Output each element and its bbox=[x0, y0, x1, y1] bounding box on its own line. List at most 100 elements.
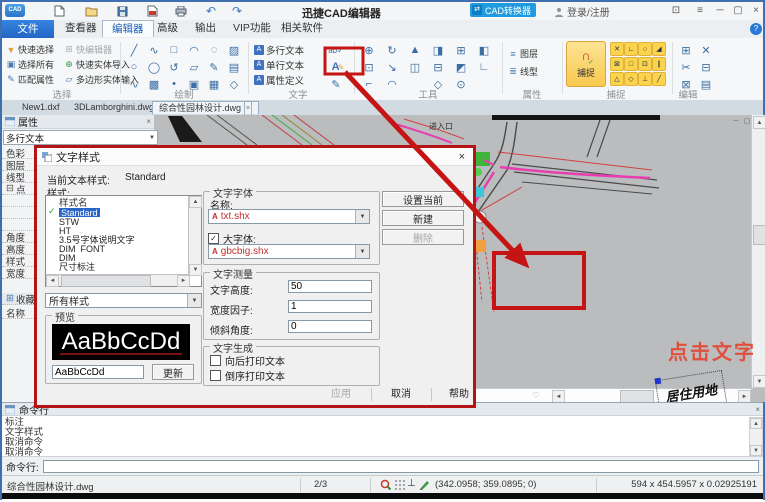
status-grid-icon[interactable] bbox=[394, 479, 405, 490]
undo-icon[interactable]: ↶ bbox=[204, 4, 218, 18]
style-item[interactable]: HT bbox=[46, 226, 201, 235]
minimize-button[interactable]: ─ bbox=[712, 4, 728, 18]
arc-tool-icon[interactable]: ↺ bbox=[166, 60, 182, 74]
delete-style-button[interactable]: 删除 bbox=[382, 229, 464, 245]
snap-insert-icon[interactable]: ⊡ bbox=[638, 57, 652, 71]
snap-quadrant-icon[interactable]: ◇ bbox=[624, 72, 638, 86]
list-scroll-down-icon[interactable]: ▼ bbox=[189, 264, 202, 276]
backwards-checkbox[interactable]: 向后打印文本 bbox=[210, 353, 285, 368]
text-style-button[interactable]: A✎ bbox=[330, 60, 346, 74]
snap-extension-icon[interactable]: ╱ bbox=[652, 72, 666, 86]
dialog-titlebar[interactable]: 文字样式 × bbox=[37, 148, 473, 166]
login-button[interactable]: 登录/注册 bbox=[554, 4, 610, 19]
style-item[interactable]: 3.5号字体说明文字 bbox=[46, 235, 201, 244]
quick-editor-button[interactable]: ⊞快编辑器 bbox=[64, 43, 112, 56]
preview-text-input[interactable] bbox=[52, 365, 144, 379]
line-icon[interactable]: ╱ bbox=[126, 43, 142, 57]
style-item-standard[interactable]: ✓ Standard bbox=[46, 208, 201, 217]
rectangle-icon[interactable]: □ bbox=[166, 43, 182, 57]
status-ortho-icon[interactable]: ⊥ bbox=[407, 478, 416, 489]
menu-tab-viewer[interactable]: 查看器 bbox=[56, 20, 106, 37]
new-file-icon[interactable] bbox=[52, 4, 66, 18]
panel-close-icon[interactable]: × bbox=[755, 405, 760, 414]
ellipse-icon[interactable]: ◯ bbox=[146, 60, 162, 74]
close-button[interactable]: × bbox=[748, 4, 764, 18]
open-file-icon[interactable] bbox=[84, 4, 98, 18]
maximize-button[interactable]: ▢ bbox=[730, 4, 746, 18]
image-icon[interactable]: ▤ bbox=[226, 60, 242, 74]
height-input[interactable] bbox=[288, 280, 372, 293]
menu-tab-file[interactable]: 文件 bbox=[2, 20, 54, 38]
quick-select-button[interactable]: ▼快速选择 bbox=[6, 43, 54, 56]
menu-tab-editor[interactable]: 编辑器 bbox=[102, 20, 154, 37]
dialog-close-icon[interactable]: × bbox=[456, 151, 468, 163]
arc-icon[interactable]: ◠ bbox=[186, 43, 202, 57]
style-filter-combo[interactable]: 所有样式 ▼ bbox=[45, 293, 202, 308]
status-brush-icon[interactable] bbox=[419, 479, 430, 490]
delete-icon[interactable]: ✕ bbox=[698, 43, 714, 57]
revision-cloud-icon[interactable]: ◌ bbox=[206, 43, 222, 57]
font-name-combo[interactable]: Atxt.shx ▼ bbox=[208, 209, 370, 224]
snap-endpoint-icon[interactable]: ∟ bbox=[624, 42, 638, 56]
mirror-icon[interactable]: ▲ bbox=[406, 43, 424, 57]
style-item[interactable]: DIM bbox=[46, 253, 201, 262]
tree-collapse-icon[interactable]: ⊟ bbox=[6, 183, 14, 194]
group-icon[interactable]: ◩ bbox=[452, 60, 470, 74]
trim-icon[interactable]: ◫ bbox=[406, 60, 424, 74]
list-scroll-right-icon[interactable]: ► bbox=[177, 275, 190, 287]
copy-icon[interactable]: ⊞ bbox=[452, 43, 470, 57]
spline-icon[interactable]: ∿ bbox=[126, 77, 142, 91]
help-button[interactable]: 帮助 bbox=[437, 388, 481, 402]
polygon-tool-icon[interactable]: ◇ bbox=[226, 77, 242, 91]
list-scroll-up-icon[interactable]: ▲ bbox=[189, 196, 202, 208]
new-style-button[interactable]: 新建 bbox=[382, 210, 464, 226]
set-current-button[interactable]: 设置当前 bbox=[382, 191, 464, 207]
cut-icon[interactable]: ✂ bbox=[678, 60, 694, 74]
array-icon[interactable]: ◧ bbox=[475, 43, 493, 57]
offset-icon[interactable]: ↘ bbox=[383, 60, 401, 74]
scroll-right-icon[interactable]: ► bbox=[738, 390, 751, 402]
cancel-button[interactable]: 取消 bbox=[379, 388, 423, 402]
doc-tab-new1[interactable]: New1.dxf bbox=[16, 101, 66, 114]
snap-tangent-icon[interactable]: △ bbox=[610, 72, 624, 86]
style-item[interactable]: 尺寸标注 bbox=[46, 262, 201, 271]
paste-special-icon[interactable]: ⊟ bbox=[698, 60, 714, 74]
apply-button[interactable]: 应用 bbox=[319, 388, 363, 402]
doc-tab-garden-active[interactable]: 综合性园林设计.dwg × bbox=[152, 101, 259, 114]
extend-icon[interactable]: ⊟ bbox=[429, 60, 447, 74]
explode-icon[interactable]: ∟ bbox=[475, 60, 493, 74]
list-horizontal-scrollbar[interactable]: ◄ ► bbox=[46, 274, 190, 286]
command-input[interactable] bbox=[43, 460, 759, 473]
menu-tab-advanced[interactable]: 高级 bbox=[148, 20, 187, 37]
spell-check-icon[interactable]: ab✓ bbox=[328, 43, 344, 57]
snap-midpoint-icon[interactable]: ⊠ bbox=[610, 57, 624, 71]
snap-intersection-icon[interactable]: ✕ bbox=[610, 42, 624, 56]
mtext-button[interactable]: A多行文本 bbox=[254, 43, 304, 56]
feedback-icon[interactable]: ⊡ bbox=[668, 4, 684, 18]
status-snap-icon[interactable] bbox=[380, 479, 391, 490]
polyline-icon[interactable]: ∿ bbox=[146, 43, 162, 57]
help-icon[interactable]: ? bbox=[750, 23, 762, 35]
snap-node-icon[interactable]: □ bbox=[624, 57, 638, 71]
style-item[interactable]: STW bbox=[46, 217, 201, 226]
layers-button[interactable]: ≡图层 bbox=[508, 47, 538, 60]
export-pdf-icon[interactable] bbox=[145, 4, 159, 18]
move-icon[interactable]: ⊕ bbox=[360, 43, 378, 57]
scale-icon[interactable]: ◨ bbox=[429, 43, 447, 57]
width-factor-input[interactable] bbox=[288, 300, 372, 313]
save-icon[interactable] bbox=[115, 4, 129, 18]
scroll-down-icon[interactable]: ▼ bbox=[750, 445, 762, 456]
vscroll-thumb[interactable] bbox=[753, 225, 765, 245]
scroll-up-icon[interactable]: ▲ bbox=[750, 418, 762, 429]
oblique-input[interactable] bbox=[288, 320, 372, 333]
menu-icon[interactable]: ≡ bbox=[692, 4, 708, 18]
menu-tab-output[interactable]: 输出 bbox=[186, 20, 225, 37]
paste-icon[interactable]: ⊞ bbox=[678, 43, 694, 57]
chamfer-icon[interactable]: ⌐ bbox=[360, 77, 378, 91]
scroll-left-icon[interactable]: ◄ bbox=[552, 390, 565, 402]
text-grip-handle[interactable] bbox=[654, 378, 661, 385]
stretch-icon[interactable]: ⊡ bbox=[360, 60, 378, 74]
panel-close-icon[interactable]: × bbox=[146, 117, 151, 126]
print-icon[interactable] bbox=[174, 4, 188, 18]
snap-parallel-icon[interactable]: ∥ bbox=[652, 57, 666, 71]
